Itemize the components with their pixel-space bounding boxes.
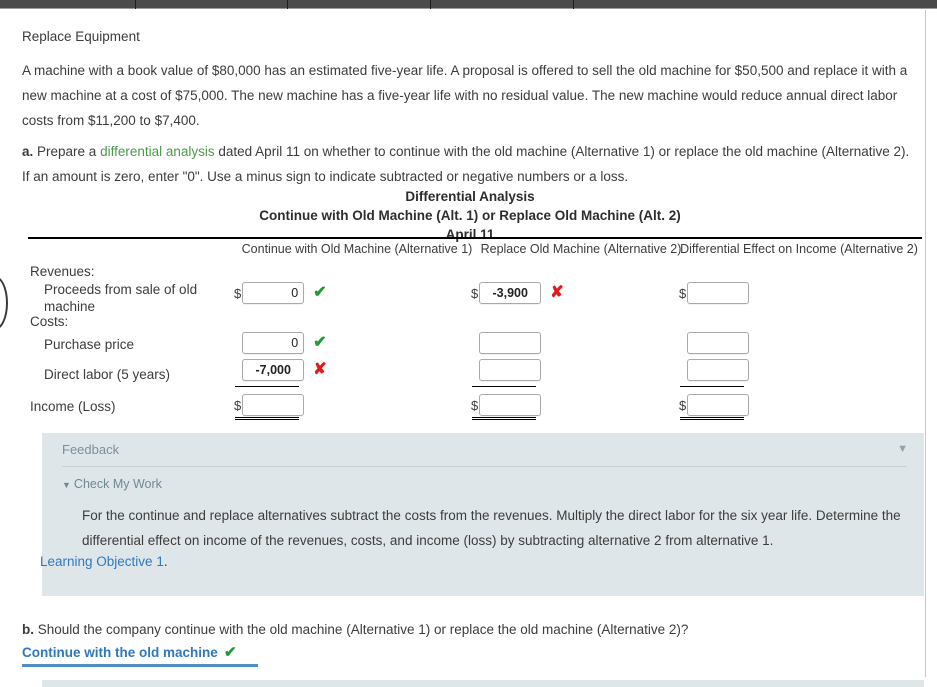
input-proceeds-alt1[interactable] <box>242 282 305 304</box>
cell-labor-diff: $ <box>679 359 750 381</box>
input-labor-alt1[interactable] <box>242 359 305 381</box>
learning-objective-link-wrap: Learning Objective 1. <box>40 554 168 569</box>
cell-purchase-diff: $ <box>679 332 750 354</box>
column-header-differential-effect: Differential Effect on Income (Alternati… <box>680 242 918 256</box>
input-labor-diff[interactable] <box>687 359 750 381</box>
left-edge-arc-decoration <box>0 276 8 330</box>
row-label-proceeds: Proceeds from sale of old machine <box>44 282 198 314</box>
triangle-down-icon: ▼ <box>62 480 71 490</box>
bottom-panel-strip <box>42 680 924 687</box>
cell-labor-alt1: $ ✘ <box>234 359 327 381</box>
status-correct-icon: ✔ <box>313 284 327 301</box>
input-purchase-diff[interactable] <box>687 332 750 354</box>
dollar-sign: $ <box>679 285 687 301</box>
problem-statement: A machine with a book value of $80,000 h… <box>22 63 908 128</box>
cell-proceeds-alt2: $ ✘ <box>471 282 564 304</box>
feedback-title: Feedback <box>62 442 120 457</box>
check-my-work-toggle[interactable]: ▼ Check My Work <box>62 477 162 491</box>
topbar-divider <box>287 0 288 9</box>
right-rail <box>926 10 937 677</box>
cell-income-diff: $ <box>679 394 750 416</box>
statement-subtitle: Continue with Old Machine (Alt. 1) or Re… <box>259 208 681 223</box>
dollar-sign: $ <box>234 285 242 301</box>
feedback-panel: Feedback ▼ ▼ Check My Work For the contin… <box>42 433 924 596</box>
chevron-down-icon[interactable]: ▼ <box>897 443 908 455</box>
input-labor-alt2[interactable] <box>479 359 542 381</box>
table-top-rule <box>28 237 922 239</box>
total-double-rule-alt2 <box>472 417 536 420</box>
row-label-income-loss: Income (Loss) <box>30 399 116 414</box>
topbar-divider <box>430 0 431 9</box>
subtotal-rule-alt1 <box>235 386 299 387</box>
requirement-a-text-before: Prepare a <box>33 144 101 159</box>
requirement-b: b. Should the company continue with the … <box>22 622 918 637</box>
cell-income-alt2: $ <box>471 394 542 416</box>
dollar-sign: $ <box>471 285 479 301</box>
cell-income-alt1: $ <box>234 394 305 416</box>
total-double-rule-diff <box>680 417 744 420</box>
dollar-sign: $ <box>471 397 479 413</box>
row-label-costs: Costs: <box>30 314 69 329</box>
column-header-alternative-1: Continue with Old Machine (Alternative 1… <box>241 242 473 256</box>
assignment-page: Replace Equipment A machine with a book … <box>0 10 926 687</box>
cell-purchase-alt1: $ ✔ <box>234 332 327 354</box>
answer-select-wrapper: Continue with the old machineReplace the… <box>22 643 258 667</box>
topbar-divider <box>573 0 574 9</box>
row-label-revenues: Revenues: <box>30 264 95 279</box>
input-income-alt1[interactable] <box>242 394 305 416</box>
cell-purchase-alt2: $ <box>471 332 542 354</box>
total-double-rule-alt1 <box>235 417 299 420</box>
status-correct-icon: ✔ <box>313 334 327 351</box>
input-income-alt2[interactable] <box>479 394 542 416</box>
requirement-a: a. Prepare a differential analysis dated… <box>22 139 918 189</box>
cell-proceeds-diff: $ <box>679 282 750 304</box>
status-incorrect-icon: ✘ <box>550 284 564 301</box>
subtotal-rule-diff <box>680 386 744 387</box>
learning-objective-link[interactable]: Learning Objective 1 <box>40 554 164 569</box>
input-purchase-alt1[interactable] <box>242 332 305 354</box>
feedback-body-text: For the continue and replace alternative… <box>82 508 901 548</box>
input-proceeds-diff[interactable] <box>687 282 750 304</box>
subtotal-rule-alt2 <box>472 386 536 387</box>
cell-proceeds-alt1: $ ✔ <box>234 282 327 304</box>
requirement-b-marker: b. <box>22 622 34 637</box>
dollar-sign: $ <box>234 397 242 413</box>
cell-labor-alt2: $ <box>471 359 542 381</box>
check-my-work-label: Check My Work <box>73 477 162 491</box>
topbar-divider <box>135 0 136 9</box>
statement-title: Differential Analysis <box>405 189 535 204</box>
browser-top-bar <box>0 0 937 9</box>
statement-heading: Differential Analysis Continue with Old … <box>22 187 918 244</box>
feedback-divider <box>62 466 907 467</box>
requirement-a-marker: a. <box>22 144 34 159</box>
row-label-direct-labor: Direct labor (5 years) <box>44 367 171 382</box>
status-correct-icon: ✔ <box>224 644 237 661</box>
status-incorrect-icon: ✘ <box>313 361 327 378</box>
input-purchase-alt2[interactable] <box>479 332 542 354</box>
input-proceeds-alt2[interactable] <box>479 282 542 304</box>
page-title: Replace Equipment <box>22 29 140 44</box>
column-header-alternative-2: Replace Old Machine (Alternative 2) <box>480 242 682 256</box>
row-label-purchase-price: Purchase price <box>44 337 135 352</box>
answer-select[interactable]: Continue with the old machineReplace the… <box>22 644 218 660</box>
dollar-sign: $ <box>679 397 687 413</box>
differential-analysis-link[interactable]: differential analysis <box>100 144 215 159</box>
requirement-b-text: Should the company continue with the old… <box>34 622 689 637</box>
learning-objective-period: . <box>163 554 168 569</box>
input-income-diff[interactable] <box>687 394 750 416</box>
